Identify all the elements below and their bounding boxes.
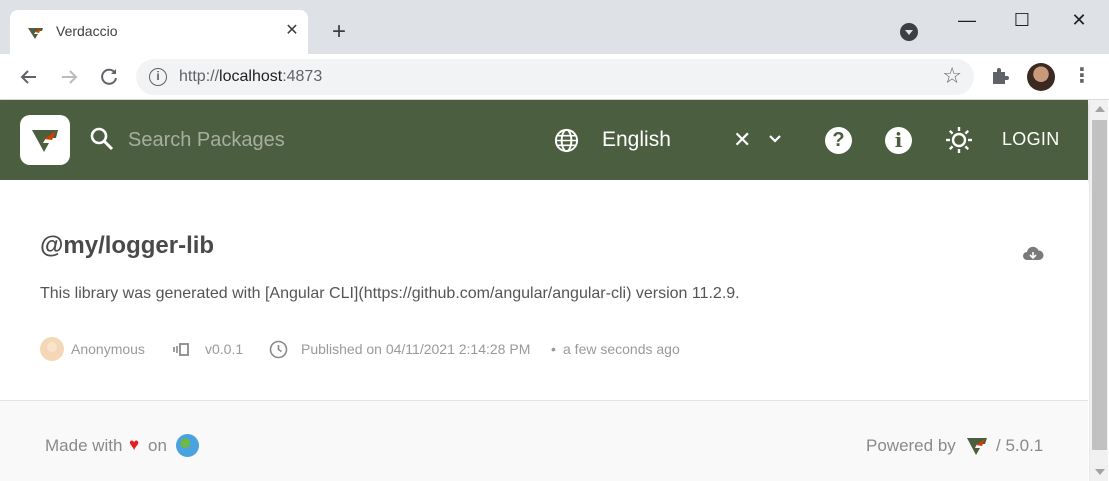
maximize-button[interactable]: ☐: [1010, 8, 1034, 32]
published-date: Published on 04/11/2021 2:14:28 PM: [301, 341, 531, 357]
profile-avatar[interactable]: [1027, 63, 1055, 91]
browser-titlebar: Verdaccio ✕ + — ☐ ✕: [0, 0, 1109, 54]
new-tab-button[interactable]: +: [327, 20, 351, 44]
package-name-link[interactable]: @my/logger-lib: [40, 232, 214, 260]
search-icon: [90, 127, 114, 151]
powered-by-text: Powered by: [866, 436, 956, 455]
scroll-up-arrow[interactable]: [1095, 106, 1105, 112]
browser-toolbar: i http://localhost:4873 ☆: [0, 54, 1109, 100]
chevron-down-icon[interactable]: [766, 130, 784, 148]
package-list: @my/logger-lib This library was generate…: [0, 180, 1088, 400]
extensions-icon[interactable]: [989, 64, 1013, 88]
verdaccio-favicon-icon: [28, 28, 43, 39]
language-select[interactable]: English: [602, 128, 671, 152]
made-with-text: Made with: [45, 436, 123, 455]
page-footer: Made with ♥ on Powered by / 5.0.1: [0, 400, 1088, 481]
tab-search-icon[interactable]: [900, 23, 918, 41]
heart-icon: ♥: [129, 435, 140, 454]
info-icon[interactable]: i: [885, 127, 912, 154]
forward-icon[interactable]: [56, 64, 82, 90]
back-icon[interactable]: [16, 64, 42, 90]
browser-tab[interactable]: Verdaccio ✕: [10, 10, 308, 54]
tab-title: Verdaccio: [56, 23, 118, 39]
version-icon: [173, 343, 189, 356]
author-avatar: [40, 337, 64, 361]
help-icon[interactable]: ?: [825, 127, 852, 154]
page-scrollbar[interactable]: [1089, 100, 1108, 481]
page-viewport: English ✕ ? i LOGIN @my/logger-lib This …: [0, 100, 1109, 481]
package-description: This library was generated with [Angular…: [40, 285, 740, 302]
reload-icon[interactable]: [96, 64, 122, 90]
on-text: on: [148, 436, 167, 455]
app-header: English ✕ ? i LOGIN: [0, 100, 1088, 180]
globe-icon: [554, 128, 579, 153]
verdaccio-logo[interactable]: [20, 115, 70, 165]
cloud-download-icon[interactable]: [1022, 244, 1044, 264]
package-version: v0.0.1: [205, 341, 244, 357]
login-button[interactable]: LOGIN: [1002, 129, 1060, 150]
browser-menu-icon[interactable]: ⋮: [1072, 63, 1092, 89]
tab-close-icon[interactable]: ✕: [282, 21, 302, 41]
light-theme-icon[interactable]: [944, 125, 974, 155]
author-name: Anonymous: [71, 341, 145, 357]
address-bar[interactable]: i http://localhost:4873 ☆: [136, 59, 974, 95]
minimize-button[interactable]: —: [955, 8, 979, 32]
verdaccio-footer-logo-icon: [967, 438, 987, 455]
relative-time: a few seconds ago: [563, 341, 680, 357]
site-info-icon[interactable]: i: [149, 68, 167, 86]
scroll-down-arrow[interactable]: [1095, 469, 1105, 475]
footer-version: / 5.0.1: [996, 436, 1044, 455]
url-text[interactable]: http://localhost:4873: [179, 68, 322, 86]
earth-icon: [176, 434, 199, 457]
bookmark-star-icon[interactable]: ☆: [942, 65, 962, 87]
scroll-thumb[interactable]: [1092, 120, 1107, 450]
verdaccio-logo-icon: [32, 130, 58, 152]
close-window-button[interactable]: ✕: [1067, 8, 1091, 32]
search-input[interactable]: [128, 126, 508, 154]
clear-language-icon[interactable]: ✕: [733, 128, 751, 152]
meta-separator: •: [551, 341, 556, 357]
clock-icon: [269, 340, 288, 359]
